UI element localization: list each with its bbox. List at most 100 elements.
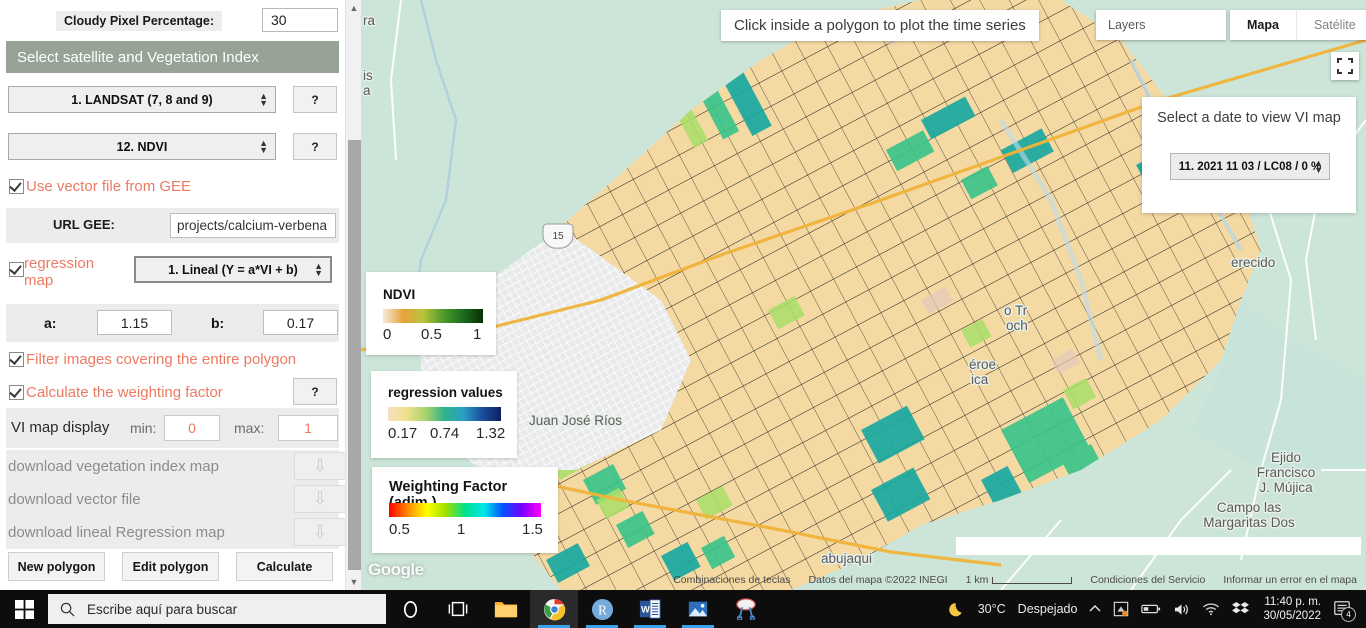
url-gee-input[interactable] (170, 213, 336, 238)
url-gee-label: URL GEE: (53, 217, 115, 232)
coefficient-b-input[interactable] (263, 310, 338, 335)
legend-ndvi-title: NDVI (383, 287, 416, 302)
satellite-select-wrapper: 1. LANDSAT (7, 8 and 9) ▲ ▼ (8, 86, 276, 113)
wifi-icon[interactable] (1196, 590, 1226, 628)
legend-regression-ticks: 0.17 0.74 1.32 (388, 425, 505, 443)
legend-regression-tick-min: 0.17 (388, 425, 418, 442)
rstudio-icon[interactable]: R (578, 590, 626, 628)
scroll-up-arrow-icon[interactable]: ▲ (346, 0, 362, 16)
show-hidden-icons-icon[interactable] (1083, 590, 1107, 628)
weighting-factor-help-button[interactable]: ? (293, 378, 337, 405)
coefficient-a-input[interactable] (97, 310, 172, 335)
vi-map-display-row: VI map display min: max: (6, 408, 339, 448)
taskbar-clock[interactable]: 11:40 p. m. 30/05/2022 (1255, 595, 1329, 623)
satellite-help-button[interactable]: ? (293, 86, 337, 113)
regression-model-value: 1. Lineal (Y = a*VI + b) (168, 262, 298, 277)
layers-button[interactable]: Layers (1096, 10, 1226, 40)
svg-text:15: 15 (552, 231, 564, 242)
download-arrow-icon[interactable]: ⇩ (294, 452, 345, 480)
map-data-attribution: Datos del mapa ©2022 INEGI (808, 574, 948, 586)
action-center-icon[interactable]: 4 (1329, 590, 1360, 628)
weighting-factor-row[interactable]: Calculate the weighting factor (9, 384, 223, 401)
satellite-select-value: 1. LANDSAT (7, 8 and 9) (71, 92, 213, 107)
regression-map-checkbox[interactable] (9, 262, 24, 277)
map-type-satelite[interactable]: Satélite (1297, 10, 1366, 40)
satellite-select[interactable]: 1. LANDSAT (7, 8 and 9) ▲ ▼ (8, 86, 276, 113)
cortana-icon[interactable] (386, 590, 434, 628)
legend-regression-tick-max: 1.32 (476, 425, 506, 442)
map-label-10: Ejido (1270, 450, 1302, 465)
date-select[interactable]: 11. 2021 11 03 / LC08 / 0 % ▲ ▼ (1170, 153, 1330, 180)
index-help-button[interactable]: ? (293, 133, 337, 160)
sidebar-scrollbar[interactable]: ▲ ▼ (345, 0, 362, 590)
photos-icon[interactable] (674, 590, 722, 628)
download-vector-file-row: download vector file ⇩ (6, 483, 345, 516)
map-footer-bar: Combinaciones de teclas Datos del mapa ©… (361, 570, 1366, 590)
legend-ndvi-tick-mid: 0.5 (421, 326, 442, 343)
map-viewport[interactable]: 15 ra is a Juan José Ríos abujaqui o Tr och éro… (361, 0, 1366, 590)
edit-polygon-button[interactable]: Edit polygon (122, 552, 219, 581)
search-icon (60, 602, 75, 616)
legend-ndvi-tick-min: 0 (383, 326, 392, 343)
download-arrow-icon[interactable]: ⇩ (294, 518, 345, 546)
scrollbar-thumb[interactable] (348, 140, 361, 570)
keyboard-shortcuts-link[interactable]: Combinaciones de teclas (664, 574, 799, 586)
new-polygon-button[interactable]: New polygon (8, 552, 105, 581)
weather-temperature[interactable]: 30°C (972, 590, 1012, 628)
vi-max-label: max: (234, 420, 265, 436)
cloudy-pixel-percentage-input[interactable] (262, 8, 338, 32)
vegetation-index-select-value: 12. NDVI (116, 139, 168, 154)
chevron-updown-icon: ▲ ▼ (259, 90, 268, 108)
legend-regression-colorbar (388, 407, 501, 421)
task-view-icon[interactable] (434, 590, 482, 628)
battery-icon[interactable] (1135, 590, 1167, 628)
map-label-12: J. Mújica (1259, 480, 1313, 495)
cloudy-pixel-percentage-label: Cloudy Pixel Percentage: (56, 11, 223, 31)
windows-start-icon[interactable] (0, 590, 48, 628)
taskbar-search-box[interactable]: Escribe aquí para buscar (48, 594, 386, 624)
control-panel-sidebar: Cloudy Pixel Percentage: Select satellit… (0, 0, 345, 590)
download-arrow-icon[interactable]: ⇩ (294, 485, 345, 513)
vi-min-label: min: (130, 420, 157, 436)
legend-regression: regression values 0.17 0.74 1.32 (371, 371, 517, 458)
svg-text:R: R (598, 602, 607, 617)
report-map-error-link[interactable]: Informar un error en el mapa (1214, 574, 1366, 586)
chevron-updown-icon: ▲ ▼ (259, 137, 268, 155)
scroll-down-arrow-icon[interactable]: ▼ (346, 574, 362, 590)
legend-weighting-tick-min: 0.5 (389, 521, 410, 538)
terms-of-service-link[interactable]: Condiciones del Servicio (1081, 574, 1214, 586)
map-type-switcher: Mapa Satélite (1230, 10, 1366, 40)
microsoft-word-icon[interactable]: W (626, 590, 674, 628)
weighting-factor-checkbox[interactable] (9, 385, 24, 400)
vegetation-index-select[interactable]: 12. NDVI ▲ ▼ (8, 133, 276, 160)
volume-icon[interactable] (1167, 590, 1196, 628)
snipping-tool-icon[interactable] (722, 590, 770, 628)
index-select-wrapper: 12. NDVI ▲ ▼ (8, 133, 276, 160)
notification-count-badge: 4 (1341, 607, 1356, 622)
clock-date: 30/05/2022 (1263, 610, 1321, 622)
weather-condition[interactable]: Despejado (1012, 590, 1084, 628)
download-regression-map-row: download lineal Regression map ⇩ (6, 516, 345, 549)
file-explorer-icon[interactable] (482, 590, 530, 628)
use-vector-gee-checkbox[interactable] (9, 179, 24, 194)
coefficient-a-label: a: (44, 315, 57, 331)
map-type-mapa[interactable]: Mapa (1230, 10, 1297, 40)
map-label-3: Juan José Ríos (529, 413, 623, 428)
vi-min-input[interactable] (164, 415, 220, 441)
legend-ndvi: NDVI 0 0.5 1 (366, 272, 496, 355)
onedrive-icon[interactable] (1107, 590, 1135, 628)
regression-model-select[interactable]: 1. Lineal (Y = a*VI + b) ▲ ▼ (134, 256, 332, 283)
google-chrome-icon[interactable] (530, 590, 578, 628)
dropbox-icon[interactable] (1226, 590, 1255, 628)
date-panel-title: Select a date to view VI map (1157, 110, 1341, 126)
map-label-14: Margaritas Dos (1203, 515, 1295, 530)
filter-images-row[interactable]: Filter images covering the entire polygo… (9, 351, 296, 368)
filter-images-checkbox[interactable] (9, 352, 24, 367)
fullscreen-icon[interactable] (1331, 52, 1359, 80)
action-button-bar: New polygon Edit polygon Calculate (0, 552, 345, 588)
legend-ndvi-tick-max: 1 (473, 326, 482, 343)
map-label-5: o Tr (1004, 303, 1028, 318)
vi-max-input[interactable] (278, 415, 338, 441)
calculate-button[interactable]: Calculate (236, 552, 333, 581)
use-vector-gee-row[interactable]: Use vector file from GEE (9, 178, 191, 195)
